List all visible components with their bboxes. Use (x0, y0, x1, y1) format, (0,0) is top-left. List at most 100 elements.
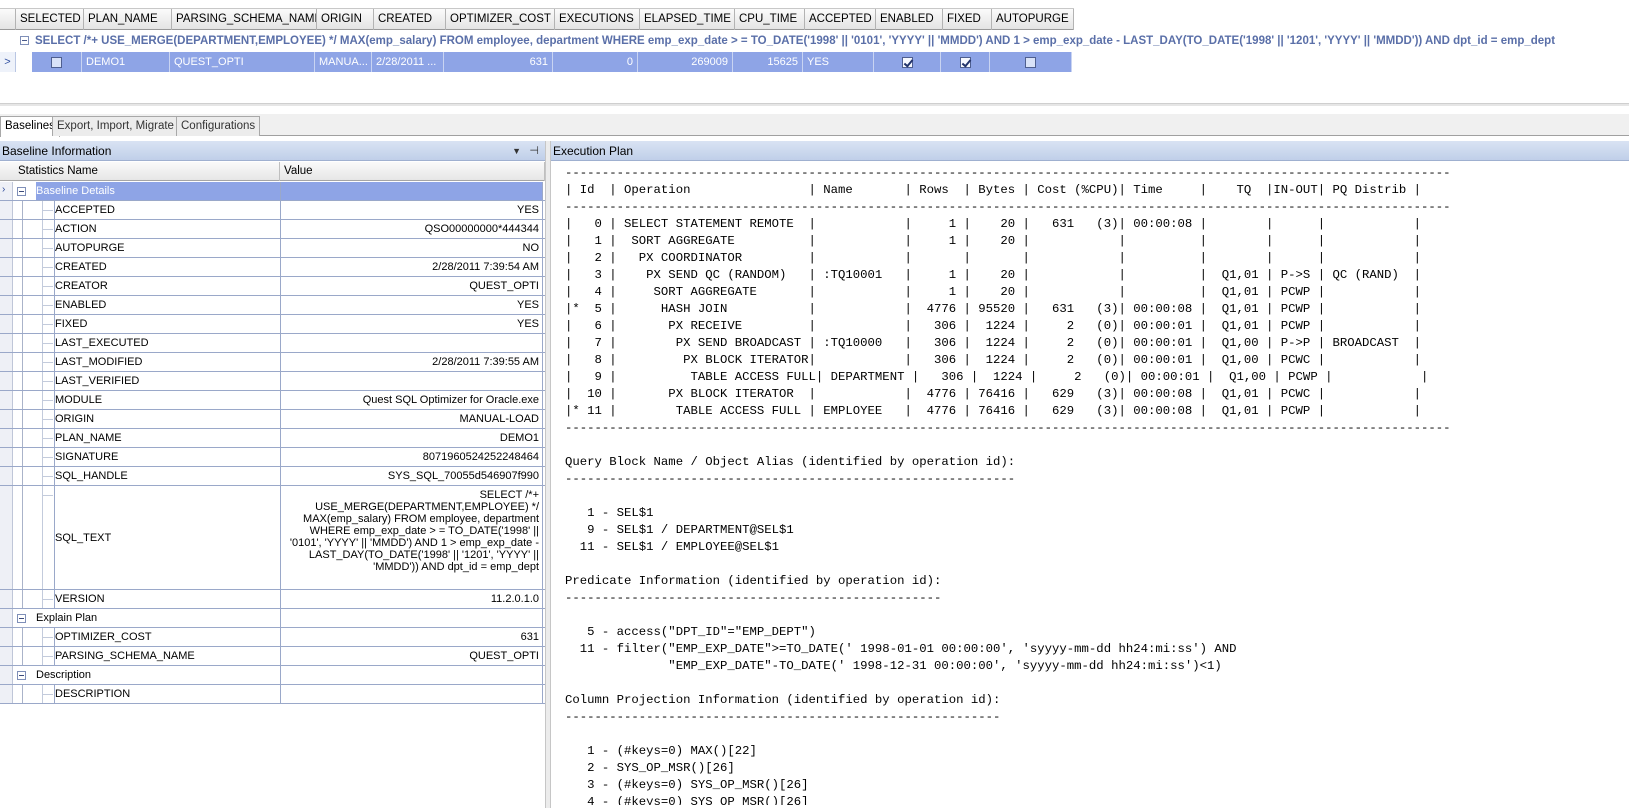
property-row-created[interactable]: CREATED 2/28/2011 7:39:54 AM (0, 258, 545, 277)
property-value[interactable]: DEMO1 (280, 429, 543, 447)
property-row-plan-name[interactable]: PLAN_NAME DEMO1 (0, 429, 545, 448)
horizontal-scrollbar[interactable] (0, 103, 1629, 106)
property-name: ENABLED (43, 296, 280, 314)
column-header-selected[interactable]: SELECTED (16, 9, 84, 30)
property-value[interactable]: 631 (280, 628, 543, 646)
property-value[interactable]: SYS_SQL_70055d546907f990 (280, 467, 543, 485)
property-value[interactable]: MANUAL-LOAD (280, 410, 543, 428)
property-row-signature[interactable]: SIGNATURE 8071960524252248464 (0, 448, 545, 467)
cell-autopurge[interactable] (990, 52, 1072, 72)
category-baseline-details[interactable]: › Baseline Details (0, 182, 545, 201)
cell-enabled[interactable] (874, 52, 941, 72)
property-row-version[interactable]: VERSION 11.2.0.1.0 (0, 590, 545, 609)
col-statistics-name[interactable]: Statistics Name (0, 162, 280, 181)
column-header-autopurge[interactable]: AUTOPURGE (992, 9, 1074, 30)
property-value[interactable] (280, 685, 543, 703)
collapse-icon[interactable] (17, 614, 26, 623)
cell-executions[interactable]: 0 (553, 52, 638, 72)
collapse-icon[interactable] (20, 36, 29, 45)
property-value[interactable]: 2/28/2011 7:39:55 AM (280, 353, 543, 371)
pin-icon[interactable]: ⊣ (529, 141, 539, 161)
property-value[interactable] (280, 334, 543, 352)
property-row-enabled[interactable]: ENABLED YES (0, 296, 545, 315)
baselines-grid[interactable]: SELECTED PLAN_NAME PARSING_SCHEMA_NAME ORIG… (0, 0, 1629, 106)
column-header-optimizer-cost[interactable]: OPTIMIZER_COST (446, 9, 555, 30)
column-header-enabled[interactable]: ENABLED (876, 9, 943, 30)
property-row-autopurge[interactable]: AUTOPURGE NO (0, 239, 545, 258)
property-value[interactable]: 8071960524252248464 (280, 448, 543, 466)
row-indicator (0, 410, 13, 428)
column-header-accepted[interactable]: ACCEPTED (805, 9, 876, 30)
category-explain-plan[interactable]: Explain Plan (0, 609, 545, 628)
property-row-description[interactable]: DESCRIPTION (0, 685, 545, 704)
column-header-executions[interactable]: EXECUTIONS (555, 9, 640, 30)
property-value[interactable]: QSO00000000*444344 (280, 220, 543, 238)
column-header-cpu-time[interactable]: CPU_TIME (735, 9, 805, 30)
tree-line (22, 315, 23, 333)
column-header-fixed[interactable]: FIXED (943, 9, 992, 30)
selected-checkbox[interactable] (51, 56, 62, 68)
property-value[interactable]: QUEST_OPTI (280, 277, 543, 295)
column-header-elapsed-time[interactable]: ELAPSED_TIME (640, 9, 735, 30)
property-row-last-modified[interactable]: LAST_MODIFIED 2/28/2011 7:39:55 AM (0, 353, 545, 372)
enabled-checkbox[interactable] (901, 56, 913, 68)
table-row[interactable]: > DEMO1 QUEST_OPTI MANUA... 2/28/2011 ..… (0, 52, 1072, 72)
column-header-plan-name[interactable]: PLAN_NAME (84, 9, 172, 30)
row-indicator (0, 429, 13, 447)
group-row-sql[interactable]: SELECT /*+ USE_MERGE(DEPARTMENT,EMPLOYEE… (0, 31, 1629, 51)
property-grid-header: Statistics Name Value (0, 162, 545, 181)
column-header-origin[interactable]: ORIGIN (317, 9, 374, 30)
property-name: CREATED (43, 258, 280, 276)
column-header-parsing-schema-name[interactable]: PARSING_SCHEMA_NAME (172, 9, 317, 30)
property-value[interactable]: 11.2.0.1.0 (280, 590, 543, 608)
property-row-action[interactable]: ACTION QSO00000000*444344 (0, 220, 545, 239)
property-row-creator[interactable]: CREATOR QUEST_OPTI (0, 277, 545, 296)
cell-fixed[interactable] (941, 52, 990, 72)
grid-corner (0, 9, 16, 30)
cell-selected[interactable] (32, 52, 82, 72)
property-row-sql-text[interactable]: SQL_TEXT SELECT /*+ USE_MERGE(DEPARTMENT… (0, 486, 545, 590)
property-row-last-verified[interactable]: LAST_VERIFIED (0, 372, 545, 391)
property-value[interactable]: NO (280, 239, 543, 257)
property-name: AUTOPURGE (43, 239, 280, 257)
cell-optimizer-cost[interactable]: 631 (444, 52, 553, 72)
property-row-origin[interactable]: ORIGIN MANUAL-LOAD (0, 410, 545, 429)
chevron-down-icon[interactable]: ▼ (512, 141, 521, 161)
property-name: OPTIMIZER_COST (43, 628, 280, 646)
property-row-parsing-schema-name[interactable]: PARSING_SCHEMA_NAME QUEST_OPTI (0, 647, 545, 666)
cell-parsing-schema-name[interactable]: QUEST_OPTI (170, 52, 315, 72)
property-value[interactable]: YES (280, 315, 543, 333)
property-value[interactable]: 2/28/2011 7:39:54 AM (280, 258, 543, 276)
property-value[interactable]: QUEST_OPTI (280, 647, 543, 665)
property-value[interactable]: YES (280, 201, 543, 219)
fixed-checkbox[interactable] (959, 56, 971, 68)
collapse-icon[interactable] (17, 671, 26, 680)
column-header-created[interactable]: CREATED (374, 9, 446, 30)
execution-plan-text[interactable]: ----------------------------------------… (565, 165, 1625, 805)
tab-baselines[interactable]: Baselines (0, 116, 60, 137)
property-value[interactable]: SELECT /*+ USE_MERGE(DEPARTMENT,EMPLOYEE… (280, 486, 543, 589)
property-value[interactable]: YES (280, 296, 543, 314)
cell-accepted[interactable]: YES (803, 52, 874, 72)
tab-export-import-migrate[interactable]: Export, Import, Migrate (52, 116, 179, 136)
property-row-module[interactable]: MODULE Quest SQL Optimizer for Oracle.exe (0, 391, 545, 410)
property-row-last-executed[interactable]: LAST_EXECUTED (0, 334, 545, 353)
col-value[interactable]: Value (280, 162, 545, 181)
cell-cpu-time[interactable]: 15625 (733, 52, 803, 72)
category-description[interactable]: Description (0, 666, 545, 685)
property-value[interactable]: Quest SQL Optimizer for Oracle.exe (280, 391, 543, 409)
cell-created[interactable]: 2/28/2011 ... (372, 52, 444, 72)
property-grid-body[interactable]: › Baseline Details ACCEPTED YES ACTION QSO0… (0, 182, 545, 704)
cell-plan-name[interactable]: DEMO1 (82, 52, 170, 72)
tab-configurations[interactable]: Configurations (176, 116, 261, 136)
cell-origin[interactable]: MANUA... (315, 52, 372, 72)
collapse-icon[interactable] (17, 187, 26, 196)
cell-elapsed-time[interactable]: 269009 (638, 52, 733, 72)
property-row-fixed[interactable]: FIXED YES (0, 315, 545, 334)
autopurge-checkbox[interactable] (1025, 56, 1036, 68)
property-name: MODULE (43, 391, 280, 409)
property-row-optimizer-cost[interactable]: OPTIMIZER_COST 631 (0, 628, 545, 647)
property-row-sql-handle[interactable]: SQL_HANDLE SYS_SQL_70055d546907f990 (0, 467, 545, 486)
property-row-accepted[interactable]: ACCEPTED YES (0, 201, 545, 220)
property-value[interactable] (280, 372, 543, 390)
